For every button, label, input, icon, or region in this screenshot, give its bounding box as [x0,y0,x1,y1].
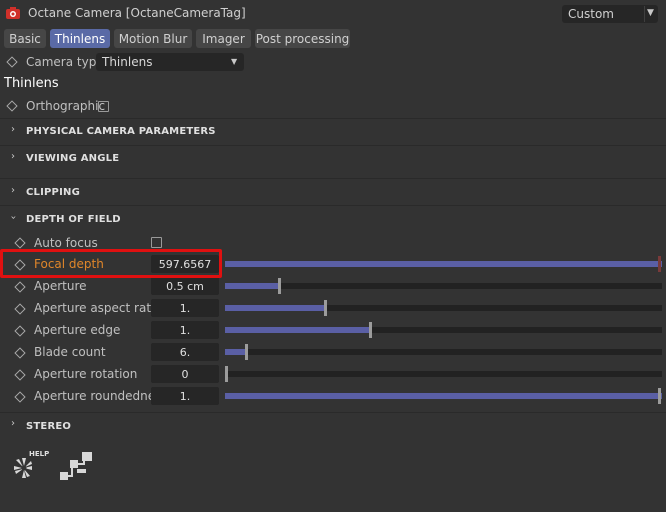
aperture-rotation-slider[interactable] [225,371,662,377]
chevron-down-icon[interactable]: › [8,216,19,220]
aperture-roundedness-slider-handle[interactable] [658,388,661,404]
keyframe-diamond-icon[interactable] [6,100,18,112]
group-title-viewing: VIEWING ANGLE [26,153,120,164]
blade-count-slider[interactable] [225,349,662,355]
node-editor-icon[interactable] [60,451,94,483]
aperture-roundedness-input[interactable]: 1. [151,387,219,405]
aperture-roundedness-slider[interactable] [225,393,662,399]
chevron-right-icon[interactable]: › [11,418,15,429]
camera-type-label: Camera type [26,55,104,69]
help-label: HELP [29,450,50,458]
chevron-right-icon[interactable]: › [11,151,15,162]
auto-focus-checkbox[interactable] [151,237,162,248]
aperture-edge-label: Aperture edge [34,323,121,337]
blade-count-slider-handle[interactable] [245,344,248,360]
section-title: Thinlens [4,76,59,91]
focal-depth-slider-fill [225,261,662,267]
group-stereo[interactable] [0,412,666,439]
chevron-right-icon[interactable]: › [11,124,15,135]
preset-value: Custom [568,7,614,21]
tab-post-processing[interactable]: Post processing [255,29,350,48]
focal-depth-highlight [0,249,222,278]
blade-count-input[interactable]: 6. [151,343,219,361]
aperture-rotation-label: Aperture rotation [34,367,138,381]
focal-depth-slider[interactable] [225,261,662,267]
focal-depth-slider-handle[interactable] [658,256,661,272]
blade-count-label: Blade count [34,345,106,359]
aperture-label: Aperture [34,279,87,293]
group-title-stereo: STEREO [26,421,72,432]
aperture-slider[interactable] [225,283,662,289]
panel-title: Octane Camera [OctaneCameraTag] [28,6,246,20]
aperture-edge-input[interactable]: 1. [151,321,219,339]
group-title-clipping: CLIPPING [26,187,80,198]
aperture-rotation-slider-handle[interactable] [225,366,228,382]
aperture-input[interactable]: 0.5 cm [151,277,219,295]
aperture-roundedness-label: Aperture roundedness [34,389,168,403]
aperture-rotation-input[interactable]: 0 [151,365,219,383]
chevron-down-icon: ▼ [231,57,238,66]
aperture-roundedness-slider-fill [225,393,662,399]
camera-icon [6,7,20,19]
blade-count-slider-fill [225,349,247,355]
aperture-edge-slider-fill [225,327,371,333]
aperture-slider-handle[interactable] [278,278,281,294]
aperture-edge-slider[interactable] [225,327,662,333]
camera-type-value: Thinlens [102,55,153,69]
tab-basic[interactable]: Basic [4,29,46,48]
aperture-slider-fill [225,283,280,289]
aperture-aspect-ratio-slider-handle[interactable] [324,300,327,316]
preset-separator [644,6,645,22]
aperture-aspect-ratio-label: Aperture aspect ratio [34,301,162,315]
auto-focus-label: Auto focus [34,236,98,250]
chevron-right-icon[interactable]: › [11,185,15,196]
group-title-dof: DEPTH OF FIELD [26,214,121,225]
chevron-down-icon[interactable]: ▼ [647,8,654,18]
tab-thinlens[interactable]: Thinlens [50,29,110,48]
keyframe-diamond-icon[interactable] [6,56,18,68]
group-title-physical: PHYSICAL CAMERA PARAMETERS [26,126,216,137]
tab-motion-blur[interactable]: Motion Blur [114,29,192,48]
aperture-aspect-ratio-slider-fill [225,305,326,311]
aperture-aspect-ratio-input[interactable]: 1. [151,299,219,317]
group-clipping[interactable] [0,178,666,205]
aperture-edge-slider-handle[interactable] [369,322,372,338]
orthographic-label: Orthographic [26,99,106,113]
aperture-aspect-ratio-slider[interactable] [225,305,662,311]
orthographic-checkbox[interactable] [98,101,109,112]
tab-imager[interactable]: Imager [196,29,251,48]
